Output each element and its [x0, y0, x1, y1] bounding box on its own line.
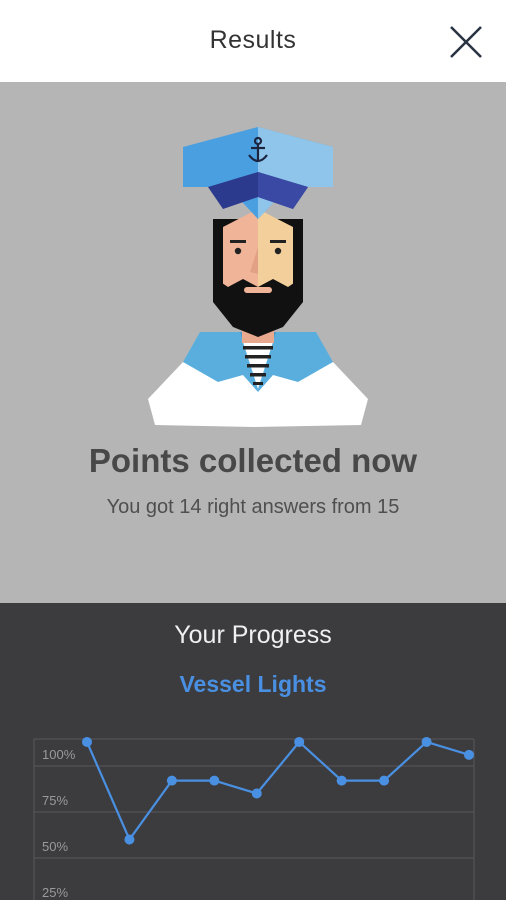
data-point [124, 834, 135, 845]
data-point [166, 775, 177, 786]
y-tick-label: 75% [42, 793, 68, 808]
points-heading: Points collected now [88, 442, 418, 479]
page-title: Results [209, 26, 297, 54]
y-tick-label: 100% [42, 747, 76, 762]
data-point [294, 736, 305, 747]
data-point [379, 775, 390, 786]
data-point [209, 775, 220, 786]
data-point [336, 775, 347, 786]
series-line [85, 740, 470, 842]
y-tick-label: 25% [42, 885, 68, 900]
progress-panel: Your Progress Vessel Lights 100% 75% 50% 25… [0, 603, 506, 900]
sailor-avatar-icon [148, 127, 368, 427]
answers-summary: You got 14 right answers from 15 [106, 496, 400, 518]
data-point [251, 788, 262, 799]
data-point [421, 736, 432, 747]
progress-chart: 100% 75% 50% 25% [33, 736, 475, 900]
close-icon [450, 26, 482, 58]
data-point [464, 749, 474, 760]
close-button[interactable] [440, 18, 492, 66]
result-panel: Points collected now You got 14 right an… [0, 82, 506, 603]
top-bar: Results [0, 0, 506, 82]
data-point [82, 736, 92, 747]
y-tick-label: 50% [42, 839, 68, 854]
